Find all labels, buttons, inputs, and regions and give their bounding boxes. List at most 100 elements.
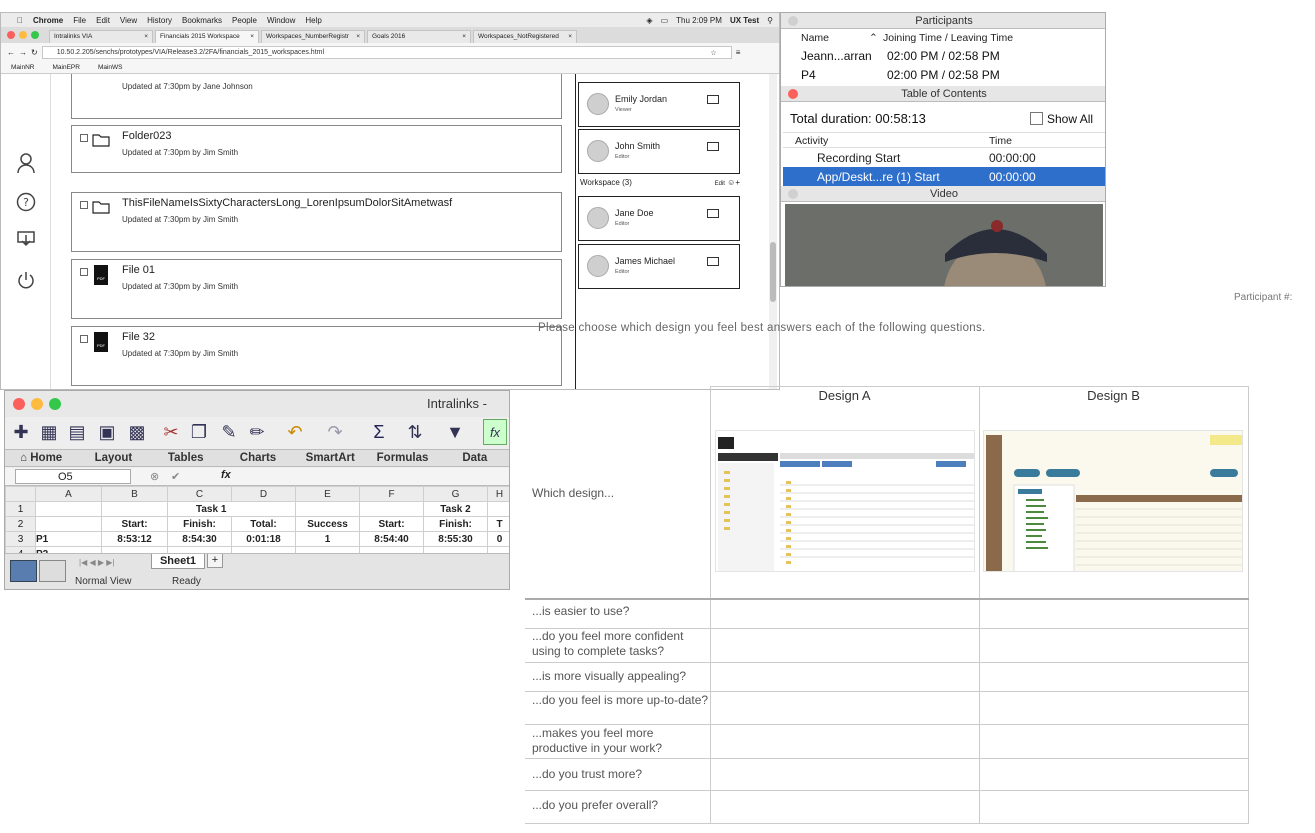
user-icon[interactable] xyxy=(15,152,37,174)
column-header[interactable]: A xyxy=(35,486,102,502)
person-card[interactable]: James Michael Editor xyxy=(578,244,740,289)
copy-icon[interactable]: ❐ xyxy=(187,419,211,445)
cell[interactable]: Finish: xyxy=(423,516,488,532)
ribbon-charts-tab[interactable]: Charts xyxy=(222,450,294,466)
column-header[interactable]: E xyxy=(295,486,360,502)
fx-icon[interactable]: fx xyxy=(221,469,231,481)
autosum-icon[interactable]: Σ xyxy=(367,419,391,445)
name-box[interactable]: O5 xyxy=(15,469,131,484)
back-icon[interactable]: ← xyxy=(7,48,15,57)
menu-view[interactable]: View xyxy=(120,16,137,25)
add-sheet-button[interactable]: + xyxy=(207,554,223,568)
menu-bookmarks[interactable]: Bookmarks xyxy=(182,16,222,25)
page-layout-button[interactable] xyxy=(39,560,66,582)
wifi-icon[interactable]: ◈ xyxy=(646,16,652,25)
close-window-button[interactable] xyxy=(7,31,15,39)
toc-row-selected[interactable]: App/Deskt...re (1) Start 00:00:00 xyxy=(783,167,1105,186)
menu-edit[interactable]: Edit xyxy=(96,16,110,25)
scrollbar-thumb[interactable] xyxy=(770,242,776,302)
cell[interactable] xyxy=(35,516,102,532)
mail-icon[interactable] xyxy=(707,95,719,104)
cell[interactable] xyxy=(101,501,168,517)
menu-window[interactable]: Window xyxy=(267,16,295,25)
new-icon[interactable]: ✚ xyxy=(9,419,33,445)
cell[interactable]: 0:01:18 xyxy=(231,531,296,547)
cell[interactable]: 8:55:30 xyxy=(423,531,488,547)
cell[interactable]: Start: xyxy=(359,516,424,532)
zoom-window-button[interactable] xyxy=(49,398,61,410)
forward-icon[interactable]: → xyxy=(19,48,27,57)
ribbon-tables-tab[interactable]: Tables xyxy=(150,450,222,466)
formula-builder-icon[interactable]: fx xyxy=(483,419,507,445)
workspace-edit-button[interactable]: Edit ☺+ xyxy=(715,178,740,192)
cell[interactable]: T xyxy=(487,516,509,532)
cell[interactable] xyxy=(295,501,360,517)
file-name[interactable]: ThisFileNameIsSixtyCharactersLong_LorenI… xyxy=(122,197,452,209)
file-name[interactable]: File 32 xyxy=(122,331,155,343)
column-header[interactable]: C xyxy=(167,486,232,502)
file-card[interactable]: PDF File 32 Updated at 7:30pm by Jim Smi… xyxy=(71,326,562,386)
cell[interactable]: 8:54:40 xyxy=(359,531,424,547)
tab-close-icon[interactable]: × xyxy=(356,33,360,41)
power-icon[interactable] xyxy=(15,270,37,292)
bookmark-star-icon[interactable]: ☆ xyxy=(710,49,716,57)
file-card[interactable]: Folder023 Updated at 7:30pm by Jim Smith xyxy=(71,125,562,173)
person-card[interactable]: Emily Jordan Viewer xyxy=(578,82,740,127)
close-window-button[interactable] xyxy=(13,398,25,410)
tab-financials[interactable]: Financials 2015 Workspace × xyxy=(155,30,259,43)
address-input[interactable]: 10.50.2.205/senchs/prototypes/VIA/Releas… xyxy=(41,45,732,59)
gallery-icon[interactable]: ▦ xyxy=(37,419,61,445)
close-window-button[interactable] xyxy=(788,189,798,199)
row-header[interactable]: 2 xyxy=(5,516,36,532)
design-a-answer-column[interactable] xyxy=(711,600,979,823)
cell[interactable]: Start: xyxy=(101,516,168,532)
corner-cell[interactable] xyxy=(5,486,36,502)
cell[interactable]: Success xyxy=(295,516,360,532)
app-name[interactable]: Chrome xyxy=(33,16,63,25)
mail-icon[interactable] xyxy=(707,142,719,151)
col-activity-header[interactable]: Activity xyxy=(795,135,828,147)
person-card[interactable]: John Smith Editor xyxy=(578,129,740,174)
reload-icon[interactable]: ↻ xyxy=(31,48,38,57)
sort-icon[interactable]: ⇅ xyxy=(403,419,427,445)
select-checkbox[interactable] xyxy=(80,335,88,343)
column-header[interactable]: D xyxy=(231,486,296,502)
help-icon[interactable]: ? xyxy=(15,192,37,214)
bookmark-mainws[interactable]: MainWS xyxy=(98,64,123,71)
col-name-header[interactable]: Name xyxy=(801,32,829,44)
scrollbar[interactable] xyxy=(769,74,777,389)
menu-help[interactable]: Help xyxy=(305,16,321,25)
toc-row[interactable]: Recording Start 00:00:00 xyxy=(783,148,1105,167)
cell[interactable]: 0 xyxy=(487,531,509,547)
tab-close-icon[interactable]: × xyxy=(568,33,572,41)
show-all-checkbox[interactable] xyxy=(1030,112,1043,125)
ribbon-data-tab[interactable]: Data xyxy=(439,450,509,466)
undo-icon[interactable]: ↶ xyxy=(283,419,307,445)
add-user-icon[interactable]: ☺+ xyxy=(727,178,740,187)
close-window-button[interactable] xyxy=(788,16,798,26)
select-checkbox[interactable] xyxy=(80,134,88,142)
redo-icon[interactable]: ↷ xyxy=(323,419,347,445)
col-time-header[interactable]: Joining Time / Leaving Time xyxy=(883,32,1013,44)
tab-close-icon[interactable]: × xyxy=(144,33,148,41)
format-painter-icon[interactable]: ✏ xyxy=(245,419,269,445)
cell[interactable] xyxy=(487,501,509,517)
tab-close-icon[interactable]: × xyxy=(462,33,466,41)
file-name[interactable]: Folder023 xyxy=(122,130,172,142)
cell[interactable] xyxy=(35,501,102,517)
file-card[interactable]: ThisFileNameIsSixtyCharactersLong_LorenI… xyxy=(71,192,562,252)
cancel-icon[interactable]: ⊗ xyxy=(150,470,159,483)
select-checkbox[interactable] xyxy=(80,201,88,209)
cell[interactable]: Finish: xyxy=(167,516,232,532)
ribbon-layout-tab[interactable]: Layout xyxy=(77,450,149,466)
minimize-window-button[interactable] xyxy=(31,398,43,410)
tab-number-registration[interactable]: Workspaces_NumberRegistr × xyxy=(261,30,365,43)
cell[interactable]: 1 xyxy=(295,531,360,547)
menu-people[interactable]: People xyxy=(232,16,257,25)
bookmark-mainepr[interactable]: MainEPR xyxy=(52,64,79,71)
paste-icon[interactable]: ✎ xyxy=(217,419,241,445)
open-icon[interactable]: ▤ xyxy=(65,419,89,445)
menu-icon[interactable]: ≡ xyxy=(736,48,741,57)
print-icon[interactable]: ▩ xyxy=(125,419,149,445)
menu-file[interactable]: File xyxy=(73,16,86,25)
